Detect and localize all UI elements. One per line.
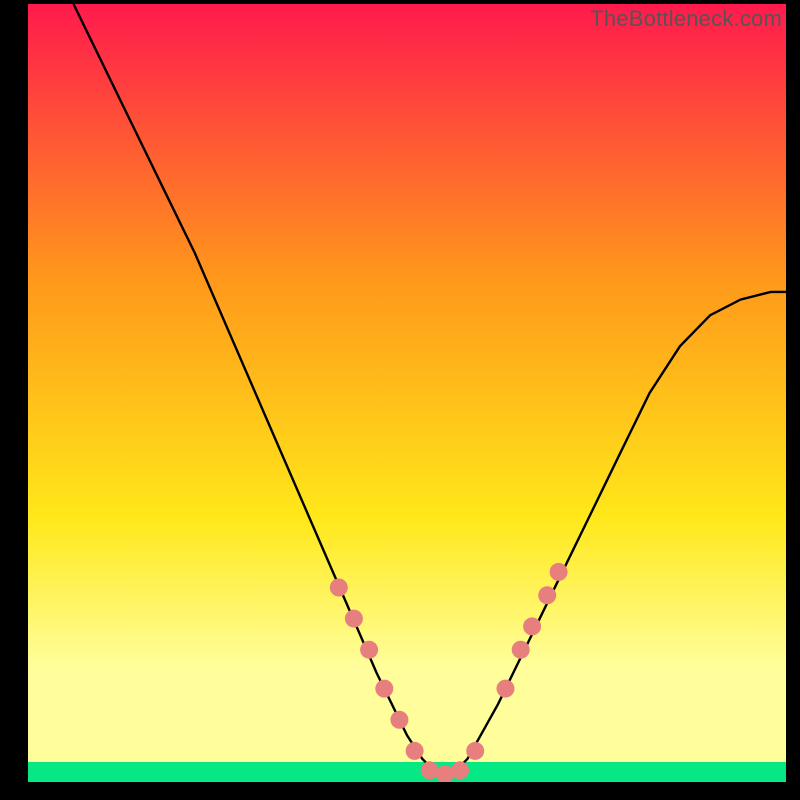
marker-dot (390, 711, 408, 729)
marker-dot (538, 586, 556, 604)
marker-dot (466, 742, 484, 760)
marker-dot (550, 563, 568, 581)
marker-dot (330, 579, 348, 597)
chart-svg (28, 4, 786, 782)
marker-dot (523, 617, 541, 635)
marker-dot (512, 641, 530, 659)
bottom-band (28, 762, 786, 782)
watermark-text: TheBottleneck.com (590, 6, 782, 32)
marker-dot (421, 761, 439, 779)
chart-frame (28, 4, 786, 782)
marker-dot (345, 610, 363, 628)
marker-dot (497, 680, 515, 698)
marker-dot (360, 641, 378, 659)
gradient-background (28, 4, 786, 782)
marker-dot (406, 742, 424, 760)
marker-dot (375, 680, 393, 698)
marker-dot (451, 761, 469, 779)
